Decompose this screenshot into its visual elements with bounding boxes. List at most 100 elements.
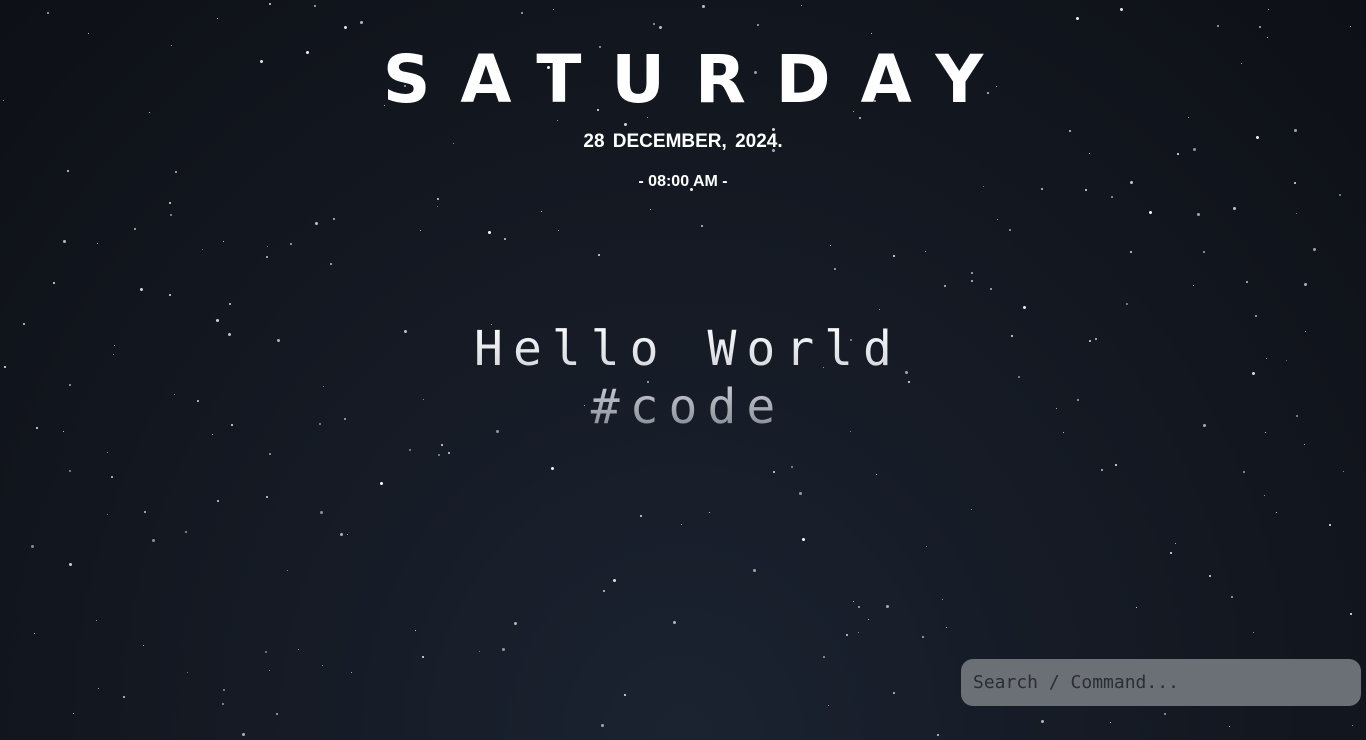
star — [98, 688, 99, 689]
star — [267, 246, 268, 247]
star — [601, 724, 604, 727]
star — [557, 120, 558, 121]
star — [420, 230, 421, 231]
star — [111, 476, 113, 478]
star — [1304, 283, 1307, 286]
star — [437, 198, 439, 200]
star — [276, 713, 278, 715]
star — [265, 651, 267, 653]
star — [73, 713, 74, 714]
star — [320, 511, 323, 514]
star — [187, 672, 188, 673]
star — [1188, 117, 1189, 118]
star — [1041, 720, 1044, 723]
star — [438, 454, 440, 456]
star — [170, 214, 172, 216]
star — [624, 694, 626, 696]
star — [551, 467, 554, 470]
star — [217, 18, 218, 19]
star — [799, 492, 802, 495]
star — [222, 703, 224, 705]
star — [893, 255, 895, 257]
star — [479, 651, 480, 652]
star — [67, 170, 69, 172]
greeting-line-1: Hello World — [474, 321, 902, 377]
star — [1352, 725, 1353, 726]
star — [853, 601, 854, 602]
star — [333, 218, 335, 220]
star — [1246, 281, 1248, 283]
star — [298, 649, 299, 650]
star — [753, 569, 756, 572]
star — [521, 12, 523, 14]
star — [1276, 512, 1277, 513]
star — [504, 238, 506, 240]
star — [223, 241, 224, 242]
star — [879, 309, 880, 310]
star — [1110, 722, 1111, 723]
date-label: 28 DECEMBER, 2024. — [583, 131, 783, 152]
star — [242, 733, 245, 736]
star — [802, 538, 805, 541]
star — [1126, 303, 1128, 305]
star — [123, 696, 125, 698]
star — [653, 23, 655, 25]
star — [828, 705, 829, 706]
star — [1209, 575, 1211, 577]
star — [360, 21, 363, 24]
star — [63, 240, 66, 243]
star — [97, 243, 98, 244]
star — [659, 26, 662, 29]
star — [223, 689, 225, 691]
star — [330, 263, 332, 265]
star — [269, 453, 271, 455]
star — [96, 620, 97, 621]
star — [169, 294, 171, 296]
star — [801, 5, 802, 6]
star — [1255, 315, 1257, 317]
star — [1267, 37, 1268, 38]
star — [876, 474, 877, 475]
star — [1023, 306, 1026, 309]
star — [1111, 196, 1113, 198]
star — [558, 230, 559, 231]
star — [1089, 153, 1090, 154]
star — [823, 656, 825, 658]
star — [773, 471, 775, 473]
star — [34, 633, 35, 634]
star — [997, 219, 998, 220]
star — [893, 692, 895, 694]
star — [1101, 469, 1103, 471]
star — [990, 288, 992, 290]
star — [834, 268, 836, 270]
search-command-input[interactable] — [961, 659, 1361, 706]
star — [437, 206, 438, 207]
star — [502, 648, 505, 651]
day-title: SATURDAY — [382, 41, 1014, 118]
star — [1120, 8, 1123, 11]
star — [937, 734, 939, 736]
star — [290, 243, 292, 245]
star — [922, 636, 924, 638]
star — [1339, 194, 1341, 196]
star — [709, 512, 710, 513]
star — [858, 606, 860, 608]
star — [185, 531, 187, 533]
star — [926, 546, 927, 547]
star — [1350, 26, 1351, 27]
star — [269, 670, 270, 671]
star — [1268, 9, 1269, 10]
star — [441, 444, 443, 446]
star — [47, 12, 49, 14]
star — [553, 9, 554, 10]
star — [340, 533, 343, 536]
star — [1264, 495, 1265, 496]
star — [673, 621, 676, 624]
star — [1304, 444, 1305, 445]
star — [344, 26, 347, 29]
star — [1130, 251, 1132, 253]
star — [409, 449, 411, 451]
star — [650, 209, 651, 210]
star — [144, 511, 146, 513]
star — [603, 590, 605, 592]
